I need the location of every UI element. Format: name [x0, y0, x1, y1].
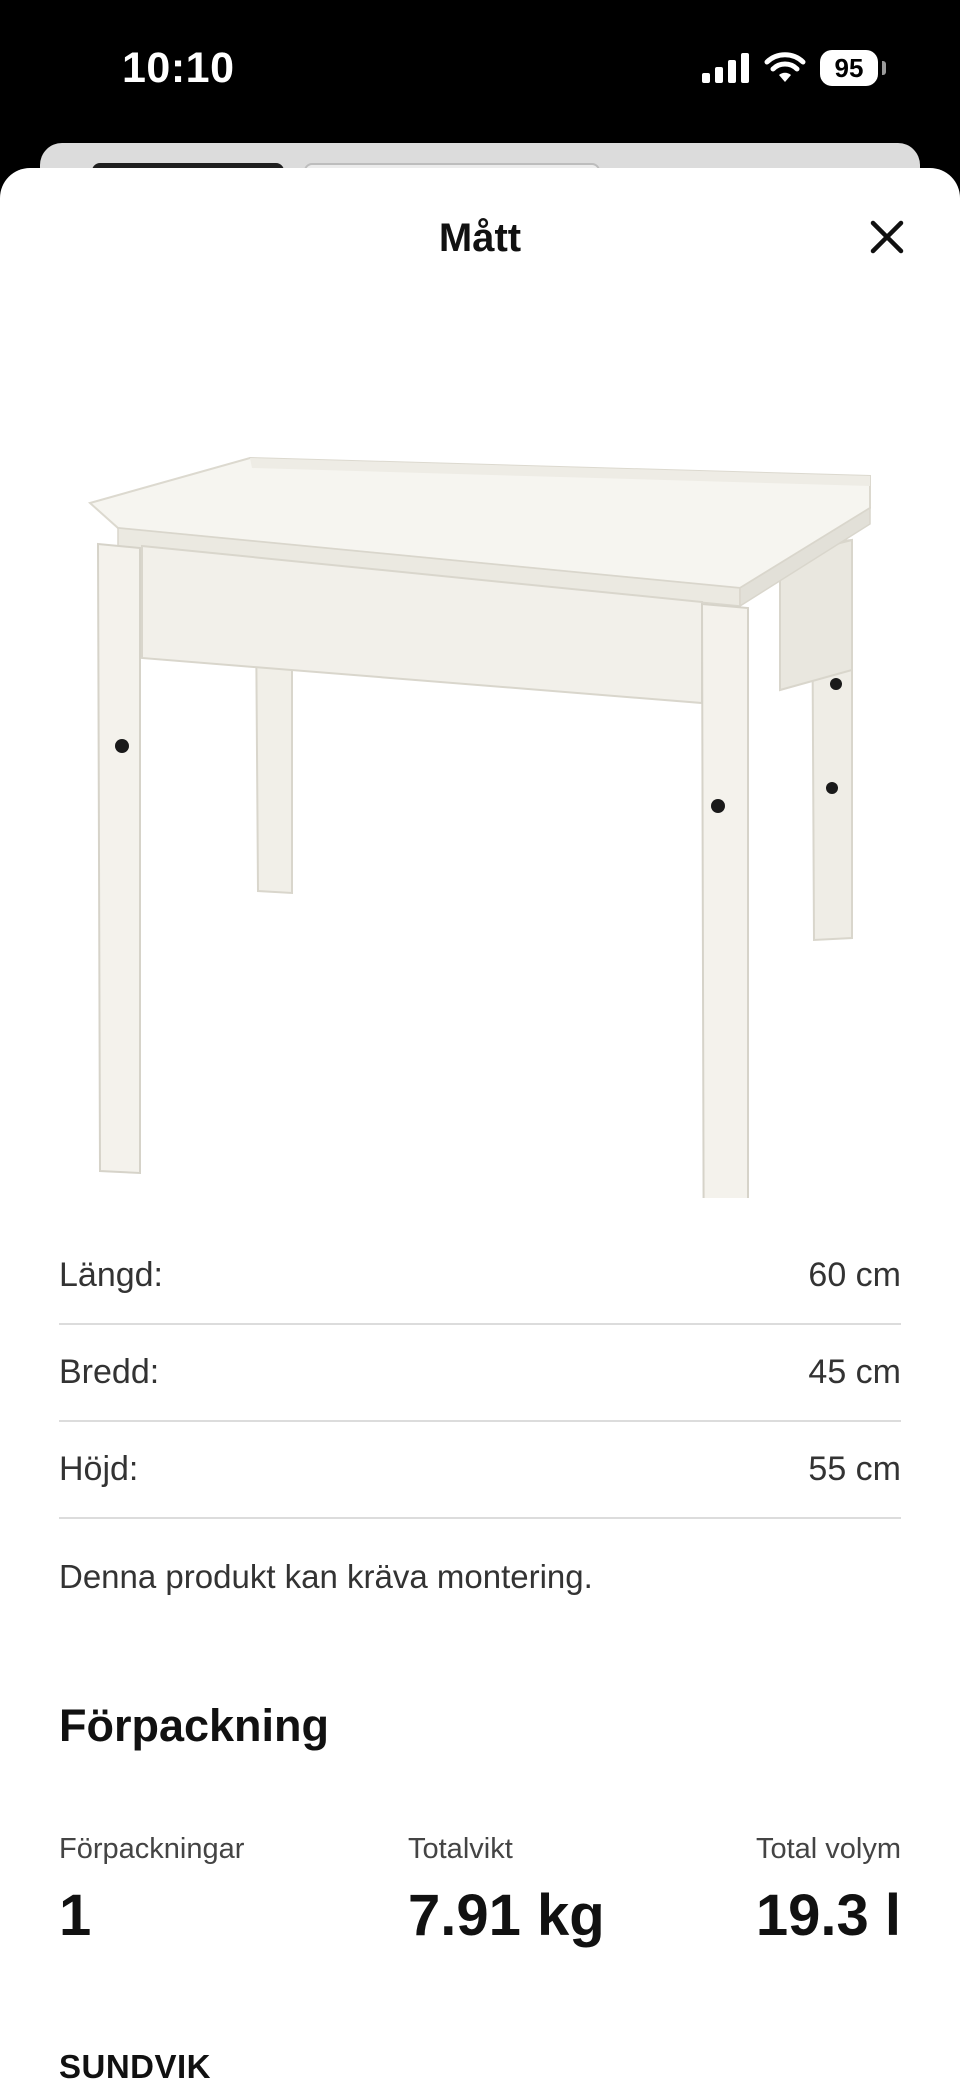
dimensions-list: Längd: 60 cm Bredd: 45 cm Höjd: 55 cm: [59, 1228, 901, 1519]
assembly-note: Denna produkt kan kräva montering.: [59, 1558, 593, 1595]
battery-icon: 95: [820, 50, 886, 86]
dimension-value: 45 cm: [808, 1353, 901, 1391]
stat-value: 7.91 kg: [408, 1883, 605, 1948]
stat-value: 19.3 l: [755, 1883, 901, 1948]
battery-level: 95: [834, 52, 864, 83]
stat-packages: Förpackningar 1: [59, 1833, 244, 1949]
product-image: [87, 456, 871, 1198]
dimension-row-width: Bredd: 45 cm: [59, 1325, 901, 1422]
sheet-header: Mått: [0, 168, 960, 308]
dimension-value: 60 cm: [808, 1256, 901, 1294]
dimension-label: Bredd:: [59, 1353, 160, 1391]
sheet-title: Mått: [438, 216, 522, 260]
cellular-signal-icon: [702, 53, 749, 83]
dimension-row-length: Längd: 60 cm: [59, 1228, 901, 1325]
stat-label: Förpackningar: [59, 1833, 245, 1865]
dimension-row-height: Höjd: 55 cm: [59, 1422, 901, 1519]
stat-total-weight: Totalvikt 7.91 kg: [408, 1833, 605, 1949]
packaging-stats: Förpackningar 1 Totalvikt 7.91 kg Total …: [59, 1833, 901, 1963]
stat-value: 1: [59, 1883, 92, 1948]
dimension-label: Höjd:: [59, 1450, 139, 1488]
wifi-icon: [764, 52, 806, 82]
status-time: 10:10: [122, 44, 235, 92]
dimension-label: Längd:: [59, 1256, 163, 1294]
stat-total-volume: Total volym 19.3 l: [756, 1833, 901, 1949]
packaging-title: Förpackning: [59, 1700, 330, 1751]
dimension-value: 55 cm: [808, 1450, 901, 1488]
stat-label: Totalvikt: [408, 1833, 513, 1865]
close-icon: [870, 220, 904, 254]
stat-label: Total volym: [755, 1833, 901, 1865]
dimensions-sheet: Mått Längd: 60 cm Bredd: 45 cm Höjd: 55 …: [0, 168, 960, 2081]
status-bar: 10:10 95: [0, 0, 960, 140]
close-button[interactable]: [862, 212, 912, 262]
product-name: SUNDVIK: [59, 2048, 212, 2081]
status-icons: 95: [702, 50, 886, 86]
